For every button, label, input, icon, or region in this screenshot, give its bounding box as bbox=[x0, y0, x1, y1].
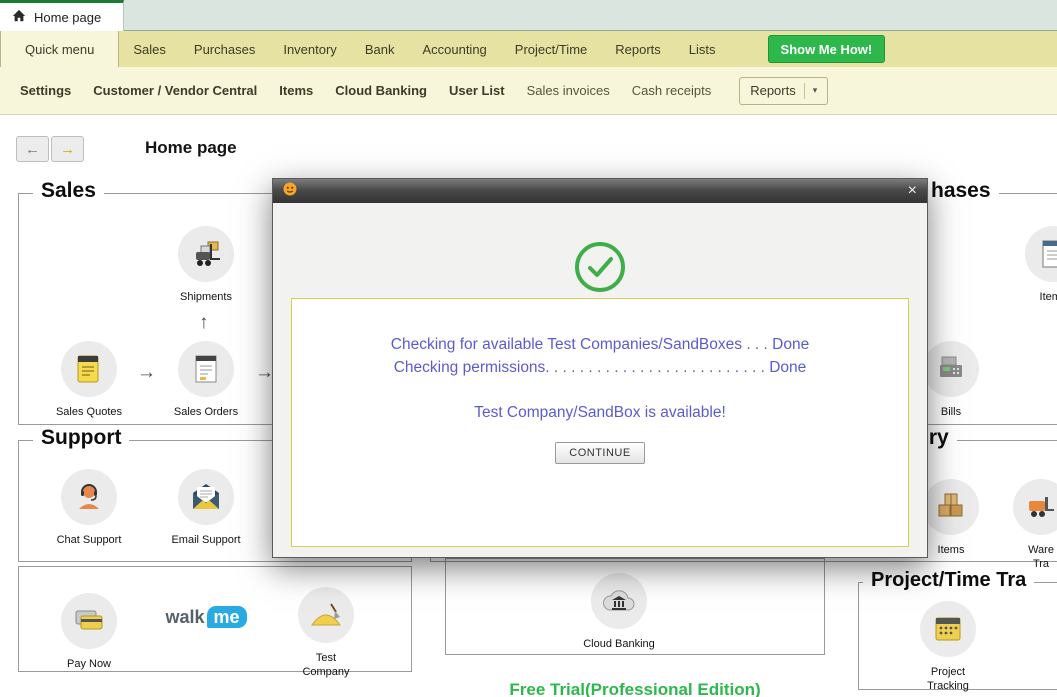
toolbar-reports-button[interactable]: Reports ▾ bbox=[739, 76, 829, 105]
dialog-body: Checking for available Test Companies/Sa… bbox=[273, 203, 927, 558]
menu-item-project-time[interactable]: Project/Time bbox=[501, 31, 601, 67]
dialog-app-icon bbox=[283, 182, 297, 201]
tile-item-list[interactable]: Item l bbox=[998, 226, 1057, 304]
quick-menu-toolbar: Settings Customer / Vendor Central Items… bbox=[0, 67, 1057, 115]
tile-label: Test Company bbox=[302, 652, 350, 679]
support-section-title: Support bbox=[33, 426, 130, 450]
tile-project-tracking[interactable]: Project Tracking bbox=[893, 601, 1003, 694]
free-trial-text: Free Trial(Professional Edition) bbox=[509, 680, 761, 697]
toolbar-sales-invoices[interactable]: Sales invoices bbox=[527, 83, 610, 98]
success-check-icon bbox=[273, 203, 927, 293]
email-support-icon bbox=[178, 469, 234, 525]
menu-item-reports[interactable]: Reports bbox=[601, 31, 675, 67]
test-company-icon bbox=[298, 587, 354, 643]
menu-item-purchases[interactable]: Purchases bbox=[180, 31, 269, 67]
toolbar-settings[interactable]: Settings bbox=[20, 83, 71, 98]
tile-chat-support[interactable]: Chat Support bbox=[34, 469, 144, 547]
tile-test-company[interactable]: Test Company bbox=[271, 587, 381, 680]
tile-label: Chat Support bbox=[56, 534, 122, 546]
reports-button-label: Reports bbox=[750, 83, 796, 98]
purchases-section-title: hases bbox=[923, 179, 999, 203]
main-menu-bar: Quick menu Sales Purchases Inventory Ban… bbox=[0, 31, 1057, 67]
toolbar-cloud-banking[interactable]: Cloud Banking bbox=[335, 83, 427, 98]
continue-button[interactable]: CONTINUE bbox=[555, 442, 645, 464]
project-tracking-icon bbox=[920, 601, 976, 657]
project-time-section: Project/Time Tra Project Tracking bbox=[858, 569, 1057, 692]
walkme-logo-text: walk bbox=[165, 607, 205, 627]
shipments-icon bbox=[178, 226, 234, 282]
menu-item-inventory[interactable]: Inventory bbox=[269, 31, 350, 67]
chat-support-icon bbox=[61, 469, 117, 525]
browser-tab-bar: Home page bbox=[0, 0, 1057, 31]
sandbox-check-dialog: × Checking for available Test Companies/… bbox=[272, 178, 928, 558]
tile-label: Shipments bbox=[180, 291, 232, 303]
menu-item-quick-menu[interactable]: Quick menu bbox=[0, 31, 120, 67]
tile-label: Email Support bbox=[171, 534, 241, 546]
back-arrow-icon: ← bbox=[25, 140, 40, 158]
status-line-3: Test Company/SandBox is available! bbox=[474, 404, 726, 421]
button-divider bbox=[803, 82, 805, 99]
project-time-section-title: Project/Time Tra bbox=[863, 569, 1035, 592]
sales-orders-icon bbox=[178, 341, 234, 397]
back-button[interactable]: ← bbox=[16, 136, 49, 162]
tile-sales-orders[interactable]: Sales Orders bbox=[151, 341, 261, 419]
toolbar-customer-vendor-central[interactable]: Customer / Vendor Central bbox=[93, 83, 257, 98]
walkme-logo[interactable]: walk me bbox=[151, 606, 261, 628]
tab-home-page[interactable]: Home page bbox=[0, 0, 125, 31]
tile-label: Ware Tra bbox=[1028, 544, 1054, 571]
item-list-icon bbox=[1025, 226, 1057, 282]
tile-warehouse-transfer[interactable]: Ware Tra bbox=[986, 479, 1057, 572]
toolbar-user-list[interactable]: User List bbox=[449, 83, 505, 98]
arrow-up: ↑ bbox=[199, 312, 209, 333]
status-message-box: Checking for available Test Companies/Sa… bbox=[291, 298, 909, 547]
tile-label: Item l bbox=[1039, 291, 1057, 303]
tile-pay-now[interactable]: Pay Now bbox=[34, 593, 144, 671]
menu-item-sales[interactable]: Sales bbox=[119, 31, 180, 67]
sales-quotes-icon bbox=[61, 341, 117, 397]
warehouse-transfer-icon bbox=[1013, 479, 1057, 535]
toolbar-items[interactable]: Items bbox=[279, 83, 313, 98]
tile-label: Pay Now bbox=[66, 658, 112, 670]
walkme-logo-bubble: me bbox=[206, 606, 247, 628]
menu-item-accounting[interactable]: Accounting bbox=[408, 31, 500, 67]
items-icon bbox=[923, 479, 979, 535]
status-line-2: Checking permissions. . . . . . . . . . … bbox=[393, 359, 807, 376]
bank-section: Cloud Banking bbox=[445, 558, 825, 655]
tile-cloud-banking[interactable]: Cloud Banking bbox=[564, 573, 674, 651]
payments-section: Pay Now walk me Test Company bbox=[18, 566, 412, 678]
tile-shipments[interactable]: Shipments bbox=[151, 226, 261, 304]
show-me-how-button[interactable]: Show Me How! bbox=[767, 35, 886, 63]
app-window: Home page Quick menu Sales Purchases Inv… bbox=[0, 0, 1057, 697]
bills-icon bbox=[923, 341, 979, 397]
dialog-title-bar: × bbox=[273, 179, 927, 203]
home-icon bbox=[12, 9, 26, 26]
forward-button[interactable]: → bbox=[51, 136, 84, 162]
page-title: Home page bbox=[145, 138, 237, 157]
menu-item-bank[interactable]: Bank bbox=[351, 31, 409, 67]
close-icon[interactable]: × bbox=[908, 183, 917, 199]
tile-label: Cloud Banking bbox=[583, 638, 655, 650]
sales-section-title: Sales bbox=[33, 179, 104, 203]
status-line-1: Checking for available Test Companies/Sa… bbox=[390, 336, 810, 353]
tile-email-support[interactable]: Email Support bbox=[151, 469, 261, 547]
tile-sales-quotes[interactable]: Sales Quotes bbox=[34, 341, 144, 419]
tab-label: Home page bbox=[34, 9, 102, 25]
tile-label: Sales Orders bbox=[173, 406, 239, 418]
menu-item-lists[interactable]: Lists bbox=[675, 31, 730, 67]
chevron-down-icon: ▾ bbox=[812, 85, 818, 95]
tile-label: Project Tracking bbox=[927, 666, 969, 693]
pay-now-icon bbox=[61, 593, 117, 649]
cloud-banking-icon bbox=[591, 573, 647, 629]
toolbar-cash-receipts[interactable]: Cash receipts bbox=[632, 83, 711, 98]
tile-label: Sales Quotes bbox=[55, 406, 123, 418]
forward-arrow-icon: → bbox=[60, 140, 75, 158]
